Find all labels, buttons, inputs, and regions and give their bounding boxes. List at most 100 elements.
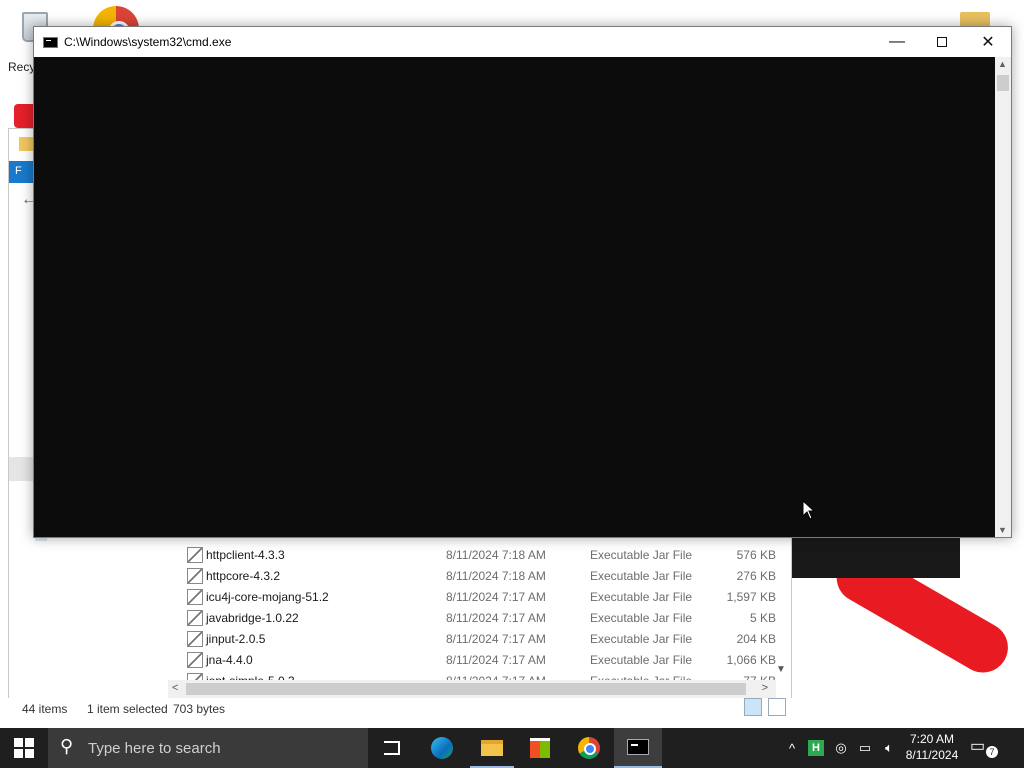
cmd-app-icon[interactable] xyxy=(43,37,58,48)
file-size: 1,066 KB xyxy=(726,652,776,667)
minimize-icon: — xyxy=(889,33,905,50)
cmd-vertical-scrollbar[interactable]: ▲ ▼ xyxy=(995,57,1011,537)
notification-icon: ▭ xyxy=(970,738,986,755)
details-view-button[interactable] xyxy=(744,698,762,716)
file-date: 8/11/2024 7:18 AM xyxy=(446,568,546,583)
chevron-up-icon: ^ xyxy=(788,740,796,756)
folder-icon xyxy=(19,137,33,151)
task-view-button[interactable] xyxy=(368,728,416,768)
tray-app-h-icon[interactable]: H xyxy=(808,740,824,756)
cmd-console-area[interactable] xyxy=(34,57,995,537)
jar-file-icon xyxy=(187,651,203,668)
chrome-taskbar-button[interactable] xyxy=(565,728,613,768)
edge-icon xyxy=(431,737,453,759)
show-hidden-icons-button[interactable]: ^ xyxy=(782,728,802,768)
file-type: Executable Jar File xyxy=(590,589,693,604)
task-view-icon xyxy=(384,741,400,755)
scroll-down-icon[interactable]: ▼ xyxy=(998,525,1007,535)
explorer-status-bar: 44 items 1 item selected 703 bytes xyxy=(8,698,792,720)
meet-now-icon[interactable]: ◎ xyxy=(832,728,850,768)
folder-icon xyxy=(481,740,503,756)
search-placeholder: Type here to search xyxy=(88,740,221,757)
cmd-taskbar-button[interactable] xyxy=(614,728,662,768)
action-center-button[interactable]: ▭ 7 xyxy=(970,736,1000,760)
file-name: jna-4.4.0 xyxy=(206,652,253,667)
file-type: Executable Jar File xyxy=(590,568,693,583)
clock-time: 7:20 AM xyxy=(909,732,955,746)
file-name: jinput-2.0.5 xyxy=(206,631,266,646)
cmd-scroll-thumb[interactable] xyxy=(997,75,1009,91)
file-type: Executable Jar File xyxy=(590,547,693,562)
chrome-icon xyxy=(578,737,600,759)
file-size: 276 KB xyxy=(736,568,776,583)
nav-pane-selected-item[interactable] xyxy=(9,457,35,481)
file-name: icu4j-core-mojang-51.2 xyxy=(206,589,329,604)
ribbon-file-tab[interactable]: F xyxy=(9,161,35,183)
file-type: Executable Jar File xyxy=(590,631,693,646)
volume-icon[interactable]: 🔈︎ xyxy=(880,728,898,768)
windows-logo-icon xyxy=(14,738,34,758)
jar-file-icon xyxy=(187,609,203,626)
store-icon xyxy=(530,738,550,758)
file-list: httpclient-4.3.3 8/11/2024 7:18 AM Execu… xyxy=(184,544,792,682)
large-icons-view-button[interactable] xyxy=(768,698,786,716)
file-row[interactable]: jinput-2.0.5 8/11/2024 7:17 AM Executabl… xyxy=(184,628,784,649)
status-selection-size: 703 bytes xyxy=(173,702,226,716)
taskbar-clock[interactable]: 7:20 AM 8/11/2024 xyxy=(900,731,964,763)
file-row[interactable]: icu4j-core-mojang-51.2 8/11/2024 7:17 AM… xyxy=(184,586,784,607)
file-explorer-taskbar-button[interactable] xyxy=(468,728,516,768)
jar-file-icon xyxy=(187,630,203,647)
file-date: 8/11/2024 7:18 AM xyxy=(446,547,546,562)
edge-taskbar-button[interactable] xyxy=(418,728,466,768)
file-name: httpclient-4.3.3 xyxy=(206,547,285,562)
horizontal-scroll-thumb[interactable] xyxy=(186,683,746,695)
jar-file-icon xyxy=(187,588,203,605)
file-name: httpcore-4.3.2 xyxy=(206,568,281,583)
taskbar-search-box[interactable]: ⚲ Type here to search xyxy=(48,728,368,768)
background-dark-panel xyxy=(792,536,960,578)
notification-count-badge: 7 xyxy=(986,746,998,758)
file-row[interactable]: javabridge-1.0.22 8/11/2024 7:17 AM Exec… xyxy=(184,607,784,628)
close-icon: ✕ xyxy=(981,34,995,51)
horizontal-scrollbar[interactable]: < > xyxy=(168,680,776,698)
file-size: 5 KB xyxy=(749,610,776,625)
scroll-left-icon[interactable]: < xyxy=(172,682,178,694)
file-type: Executable Jar File xyxy=(590,610,693,625)
file-row[interactable]: jna-4.4.0 8/11/2024 7:17 AM Executable J… xyxy=(184,649,784,670)
status-item-count: 44 items xyxy=(22,702,68,716)
cmd-icon xyxy=(627,739,649,755)
cmd-title-bar[interactable]: C:\Windows\system32\cmd.exe — ✕ xyxy=(34,27,1011,57)
start-button[interactable] xyxy=(0,728,48,768)
search-icon: ⚲ xyxy=(60,736,74,756)
file-date: 8/11/2024 7:17 AM xyxy=(446,589,546,604)
file-size: 576 KB xyxy=(736,547,776,562)
status-selection: 1 item selected xyxy=(87,702,168,716)
file-date: 8/11/2024 7:17 AM xyxy=(446,652,546,667)
file-row[interactable]: httpclient-4.3.3 8/11/2024 7:18 AM Execu… xyxy=(184,544,784,565)
file-list-scroll-down-icon[interactable]: ▼ xyxy=(776,664,786,675)
minimize-button[interactable]: — xyxy=(874,27,920,57)
network-icon[interactable]: ▭ xyxy=(856,728,874,768)
taskbar: ⚲ Type here to search ^ H ◎ ▭ 🔈︎ 7:20 AM… xyxy=(0,728,1024,768)
maximize-icon xyxy=(937,37,947,47)
file-size: 204 KB xyxy=(736,631,776,646)
file-type: Executable Jar File xyxy=(590,652,693,667)
clock-date: 8/11/2024 xyxy=(905,748,959,762)
file-date: 8/11/2024 7:17 AM xyxy=(446,610,546,625)
file-name: javabridge-1.0.22 xyxy=(206,610,299,625)
file-date: 8/11/2024 7:17 AM xyxy=(446,631,546,646)
store-taskbar-button[interactable] xyxy=(516,728,564,768)
file-row[interactable]: httpcore-4.3.2 8/11/2024 7:18 AM Executa… xyxy=(184,565,784,586)
recycle-bin-label: Recy xyxy=(8,60,36,74)
tray-app-h-label: H xyxy=(812,742,820,754)
scroll-right-icon[interactable]: > xyxy=(762,682,768,694)
jar-file-icon xyxy=(187,546,203,563)
cmd-window-title: C:\Windows\system32\cmd.exe xyxy=(64,35,232,49)
close-button[interactable]: ✕ xyxy=(965,27,1011,57)
desktop: Recy F ← httpclient-4.3.3 8/11/2024 7:18… xyxy=(0,0,1024,728)
maximize-button[interactable] xyxy=(919,27,965,57)
cmd-window: C:\Windows\system32\cmd.exe — ✕ ▲ ▼ xyxy=(33,26,1012,538)
scroll-up-icon[interactable]: ▲ xyxy=(998,59,1007,69)
jar-file-icon xyxy=(187,567,203,584)
file-size: 1,597 KB xyxy=(726,589,776,604)
